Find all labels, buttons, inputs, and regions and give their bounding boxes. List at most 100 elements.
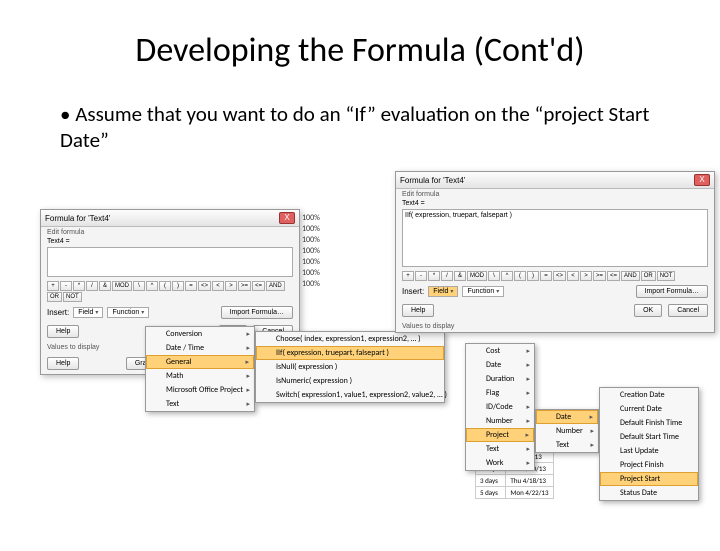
menu-item[interactable]: Duration — [466, 372, 534, 386]
insert-label: Insert: — [402, 287, 424, 296]
menu-item[interactable]: Math — [146, 369, 254, 383]
menu-item[interactable]: Creation Date — [600, 388, 698, 402]
menu-item[interactable]: Number — [536, 424, 598, 438]
operator-button[interactable]: ( — [514, 271, 526, 281]
menu-item[interactable]: Text — [466, 442, 534, 456]
table-cell: Mon 4/22/13 — [506, 487, 553, 499]
menu-item[interactable]: Current Date — [600, 402, 698, 416]
percent-value: 100% — [300, 279, 322, 289]
function-category-menu[interactable]: ConversionDate / TimeGeneralMathMicrosof… — [145, 326, 255, 412]
menu-item[interactable]: General — [146, 355, 254, 369]
operator-button[interactable]: OR — [47, 292, 62, 302]
operator-button[interactable]: AND — [266, 281, 285, 291]
operator-button[interactable]: - — [415, 271, 427, 281]
help-button-2[interactable]: Help — [47, 357, 79, 370]
menu-item[interactable]: Work — [466, 456, 534, 470]
cancel-button[interactable]: Cancel — [668, 304, 708, 317]
menu-item[interactable]: Text — [536, 438, 598, 452]
operator-button[interactable]: < — [567, 271, 579, 281]
edit-formula-label: Edit formula — [41, 227, 299, 238]
menu-item[interactable]: Date / Time — [146, 341, 254, 355]
operator-button[interactable]: ( — [159, 281, 171, 291]
operator-button[interactable]: & — [99, 281, 111, 291]
menu-item[interactable]: Project Start — [600, 472, 698, 486]
menu-item[interactable]: IsNumeric( expression ) — [256, 374, 444, 388]
operator-button[interactable]: ^ — [501, 271, 513, 281]
close-icon[interactable]: X — [279, 212, 295, 224]
operator-button[interactable]: NOT — [657, 271, 676, 281]
menu-item[interactable]: Conversion — [146, 327, 254, 341]
operator-button[interactable]: <> — [553, 271, 566, 281]
table-cell: Thu 4/18/13 — [506, 475, 553, 487]
menu-item[interactable]: Default Start Time — [600, 430, 698, 444]
operator-button[interactable]: >= — [593, 271, 606, 281]
operator-button[interactable]: * — [428, 271, 440, 281]
operator-button[interactable]: MOD — [467, 271, 487, 281]
menu-item[interactable]: Cost — [466, 344, 534, 358]
operator-button[interactable]: = — [185, 281, 197, 291]
formula-dialog-2: Formula for 'Text4' X Edit formula Text4… — [395, 171, 715, 333]
close-icon[interactable]: X — [694, 174, 710, 186]
operator-button[interactable]: / — [86, 281, 98, 291]
menu-item[interactable]: IIf( expression, truepart, falsepart ) — [256, 346, 444, 360]
menu-item[interactable]: Project Finish — [600, 458, 698, 472]
operator-button[interactable]: / — [441, 271, 453, 281]
import-formula-button[interactable]: Import Formula… — [221, 306, 293, 319]
operator-button[interactable]: ^ — [146, 281, 158, 291]
operator-button[interactable]: MOD — [112, 281, 132, 291]
operator-button[interactable]: ) — [172, 281, 184, 291]
field-category-menu[interactable]: CostDateDurationFlagID/CodeNumberProject… — [465, 343, 535, 471]
operator-button[interactable]: >= — [238, 281, 251, 291]
operator-button[interactable]: \ — [488, 271, 500, 281]
operator-button[interactable]: <= — [252, 281, 265, 291]
help-button[interactable]: Help — [47, 325, 79, 338]
operator-button[interactable]: AND — [621, 271, 640, 281]
percent-value: 100% — [300, 257, 322, 267]
menu-item[interactable]: Switch( expression1, value1, expression2… — [256, 388, 444, 402]
menu-item[interactable]: Text — [146, 397, 254, 411]
menu-item[interactable]: Project — [466, 428, 534, 442]
operator-button[interactable]: > — [225, 281, 237, 291]
menu-item[interactable]: Number — [466, 414, 534, 428]
menu-item[interactable]: Flag — [466, 386, 534, 400]
operator-button[interactable]: NOT — [63, 292, 82, 302]
function-dropdown[interactable]: Function — [462, 286, 504, 297]
menu-item[interactable]: Date — [466, 358, 534, 372]
slide-title: Developing the Formula (Cont'd) — [40, 30, 680, 71]
menu-item[interactable]: ID/Code — [466, 400, 534, 414]
operator-button[interactable]: <> — [198, 281, 211, 291]
field-prefix: Text4 = — [41, 238, 299, 245]
menu-item[interactable]: Date — [536, 410, 598, 424]
operator-button[interactable]: \ — [133, 281, 145, 291]
operator-button[interactable]: < — [212, 281, 224, 291]
operator-button[interactable]: + — [402, 271, 414, 281]
field-type-menu[interactable]: DateNumberText — [535, 409, 599, 453]
help-button[interactable]: Help — [402, 304, 434, 317]
function-list-menu[interactable]: Choose( index, expression1, expression2,… — [255, 331, 445, 403]
menu-item[interactable]: IsNull( expression ) — [256, 360, 444, 374]
formula-input[interactable]: IIf( expression, truepart, falsepart ) — [402, 209, 708, 267]
operator-button[interactable]: & — [454, 271, 466, 281]
operator-button[interactable]: = — [540, 271, 552, 281]
import-formula-button[interactable]: Import Formula… — [636, 285, 708, 298]
operator-button[interactable]: ) — [527, 271, 539, 281]
menu-item[interactable]: Microsoft Office Project — [146, 383, 254, 397]
menu-item[interactable]: Default Finish Time — [600, 416, 698, 430]
menu-item[interactable]: Choose( index, expression1, expression2,… — [256, 332, 444, 346]
operator-button[interactable]: OR — [641, 271, 656, 281]
formula-input[interactable] — [47, 247, 293, 277]
operator-button[interactable]: <= — [607, 271, 620, 281]
project-field-menu[interactable]: Creation DateCurrent DateDefault Finish … — [599, 387, 699, 501]
operator-button[interactable]: * — [73, 281, 85, 291]
field-dropdown[interactable]: Field — [428, 286, 458, 297]
field-dropdown[interactable]: Field — [73, 307, 103, 318]
operator-button[interactable]: > — [580, 271, 592, 281]
operator-button[interactable]: - — [60, 281, 72, 291]
menu-item[interactable]: Last Update — [600, 444, 698, 458]
values-label: Values to display — [396, 321, 714, 332]
menu-item[interactable]: Status Date — [600, 486, 698, 500]
percent-value: 100% — [300, 246, 322, 256]
function-dropdown[interactable]: Function — [107, 307, 149, 318]
ok-button[interactable]: OK — [634, 304, 662, 317]
operator-button[interactable]: + — [47, 281, 59, 291]
